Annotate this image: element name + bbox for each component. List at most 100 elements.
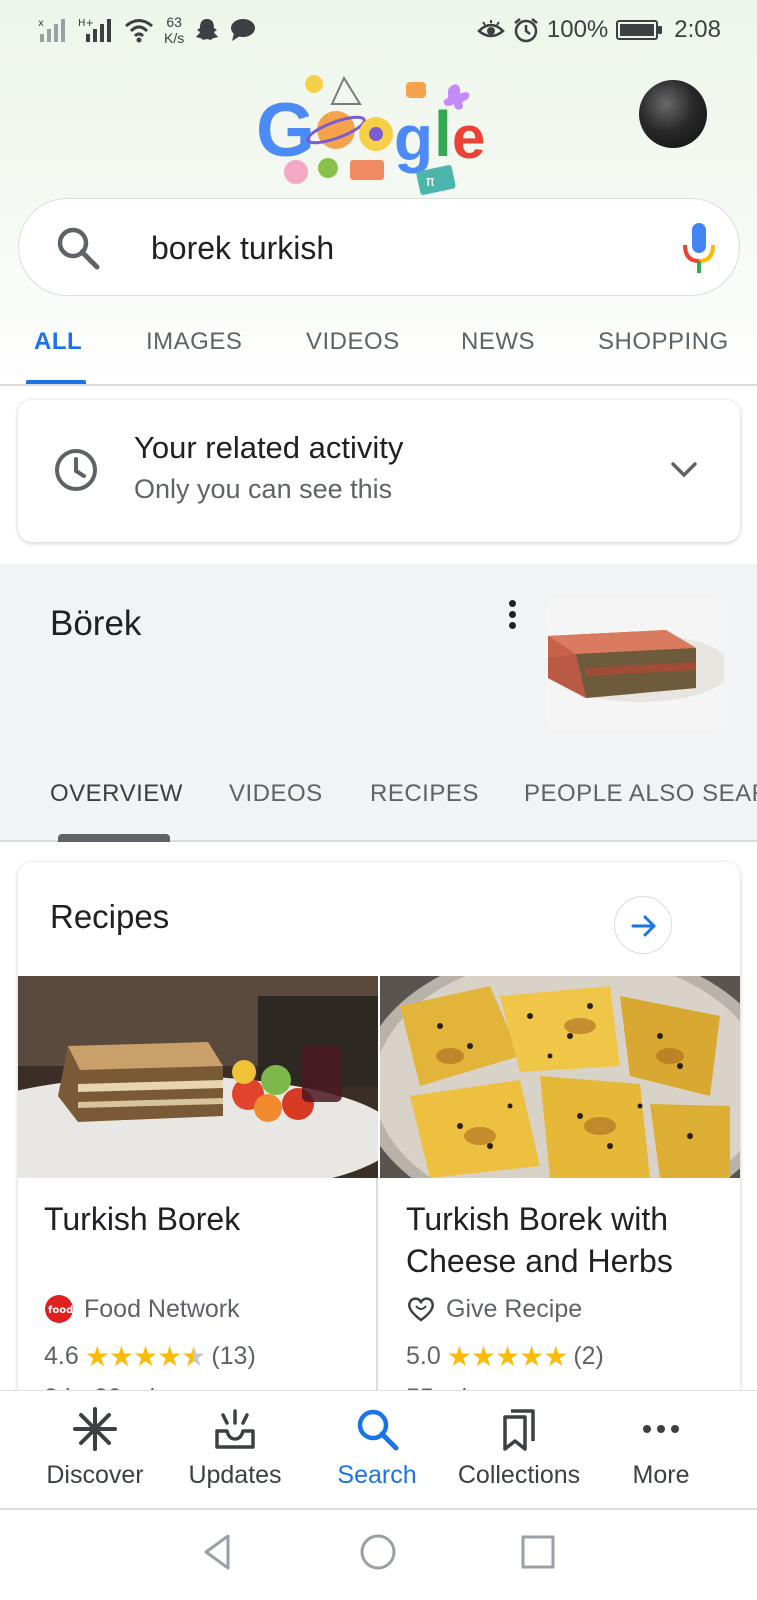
recipe-card[interactable]: Turkish Borek food Food Network 4.6 ★★★★… bbox=[18, 976, 378, 1422]
inbox-updates-icon bbox=[215, 1409, 255, 1449]
related-activity-card[interactable]: Your related activity Only you can see t… bbox=[18, 400, 740, 542]
history-clock-icon bbox=[55, 449, 97, 491]
knowledge-panel-header: Börek OVERVIEW VIDEOS RECIPES PEOPLE ALS… bbox=[0, 564, 757, 842]
svg-text:e: e bbox=[452, 104, 485, 171]
recipe-source-name: Food Network bbox=[84, 1294, 240, 1323]
alarm-icon bbox=[514, 18, 538, 43]
microphone-icon[interactable] bbox=[681, 221, 717, 275]
tab-images[interactable]: IMAGES bbox=[146, 328, 242, 356]
recipe-rating: 5.0 ★★★★★ (2) bbox=[406, 1340, 604, 1373]
star-icon: ★ bbox=[543, 1341, 568, 1372]
signal-off-icon: x bbox=[38, 18, 65, 42]
search-header: x H+ 63 K/s 100% 2:08 G g l e π borek tu… bbox=[0, 0, 757, 390]
google-doodle-logo[interactable]: G g l e π bbox=[256, 64, 496, 198]
related-activity-title: Your related activity bbox=[134, 430, 404, 465]
recipe-image bbox=[18, 976, 378, 1178]
system-navigation-bar bbox=[0, 1510, 757, 1600]
network-speed-value: 63 bbox=[166, 14, 182, 30]
search-input[interactable]: borek turkish bbox=[151, 223, 334, 273]
entity-image[interactable] bbox=[546, 598, 724, 730]
battery-percent: 100% bbox=[546, 16, 609, 43]
recipe-image bbox=[380, 976, 740, 1178]
nav-discover-label: Discover bbox=[46, 1461, 144, 1489]
search-icon bbox=[357, 1409, 399, 1451]
chat-bubble-icon bbox=[231, 19, 256, 41]
recipe-name: Turkish Borek with Cheese and Herbs bbox=[406, 1201, 673, 1279]
star-icon: ★ bbox=[157, 1341, 182, 1372]
kp-active-tab-indicator bbox=[58, 834, 170, 842]
rating-stars: ★★★★★ bbox=[84, 1340, 207, 1373]
recipe-source-name: Give Recipe bbox=[446, 1294, 583, 1323]
recipe-card[interactable]: Turkish Borek with Cheese and Herbs Give… bbox=[380, 976, 740, 1422]
food-network-logo-icon: food bbox=[45, 1295, 73, 1323]
star-icon: ★ bbox=[494, 1341, 520, 1372]
clock-time: 2:08 bbox=[674, 16, 721, 43]
star-icon: ★ bbox=[108, 1341, 134, 1372]
star-icon: ★ bbox=[132, 1341, 158, 1372]
tab-all[interactable]: ALL bbox=[34, 328, 82, 356]
active-tab-indicator bbox=[26, 380, 86, 384]
wifi-icon bbox=[125, 19, 153, 43]
recipes-title: Recipes bbox=[50, 898, 170, 935]
kp-tab-people-also-search[interactable]: PEOPLE ALSO SEAR bbox=[524, 780, 757, 808]
star-icon: ★ bbox=[470, 1341, 496, 1372]
asterisk-icon bbox=[73, 1407, 117, 1451]
star-icon: ★ bbox=[84, 1341, 110, 1372]
more-vertical-icon[interactable] bbox=[504, 600, 520, 636]
nav-collections[interactable]: Collections bbox=[444, 1405, 594, 1490]
rating-value: 4.6 bbox=[44, 1342, 79, 1370]
recipe-source: Give Recipe bbox=[406, 1294, 582, 1324]
recents-square-icon[interactable] bbox=[518, 1532, 558, 1572]
svg-text:π: π bbox=[426, 174, 435, 190]
account-avatar[interactable] bbox=[639, 80, 707, 148]
kp-tab-overview[interactable]: OVERVIEW bbox=[50, 780, 183, 808]
recipe-rating: 4.6 ★★★★★ (13) bbox=[44, 1340, 256, 1373]
svg-text:food: food bbox=[48, 1305, 73, 1316]
arrow-right-icon bbox=[631, 915, 656, 937]
recipes-more-button[interactable] bbox=[614, 896, 672, 954]
snapchat-icon bbox=[196, 19, 219, 40]
related-activity-subtitle: Only you can see this bbox=[134, 474, 393, 504]
bottom-navigation: Discover Updates Search Collections More bbox=[0, 1390, 757, 1510]
nav-discover[interactable]: Discover bbox=[20, 1405, 170, 1490]
network-speed-unit: K/s bbox=[164, 30, 185, 46]
review-count: (13) bbox=[211, 1342, 256, 1370]
tab-news[interactable]: NEWS bbox=[461, 328, 535, 356]
nav-more[interactable]: More bbox=[586, 1405, 736, 1490]
svg-text:x: x bbox=[38, 18, 44, 29]
battery-icon bbox=[616, 20, 663, 40]
nav-collections-label: Collections bbox=[457, 1461, 581, 1489]
give-recipe-heart-icon bbox=[408, 1297, 434, 1322]
status-bar: x H+ 63 K/s 100% 2:08 bbox=[0, 0, 757, 64]
recipes-card: Recipes Turkish Borek food Food Network … bbox=[18, 862, 740, 1422]
nav-search-label: Search bbox=[337, 1461, 417, 1489]
svg-text:G: G bbox=[256, 88, 315, 173]
rating-stars: ★★★★★ bbox=[447, 1340, 569, 1373]
tab-videos[interactable]: VIDEOS bbox=[306, 328, 400, 356]
signal-icon: H+ bbox=[78, 18, 111, 42]
nav-search[interactable]: Search bbox=[302, 1405, 452, 1490]
bookmarks-icon bbox=[503, 1409, 535, 1451]
star-icon: ★ bbox=[519, 1341, 544, 1372]
svg-text:g: g bbox=[394, 102, 433, 174]
tab-shopping[interactable]: SHOPPING bbox=[598, 328, 729, 356]
search-icon[interactable] bbox=[55, 225, 101, 271]
back-triangle-icon[interactable] bbox=[198, 1532, 238, 1572]
recipe-name: Turkish Borek bbox=[44, 1201, 241, 1237]
rating-value: 5.0 bbox=[406, 1342, 441, 1370]
chevron-down-icon[interactable] bbox=[666, 452, 702, 488]
home-circle-icon[interactable] bbox=[358, 1532, 398, 1572]
review-count: (2) bbox=[573, 1342, 604, 1370]
kp-tab-recipes[interactable]: RECIPES bbox=[370, 780, 479, 808]
svg-text:l: l bbox=[434, 98, 452, 170]
kp-tab-videos[interactable]: VIDEOS bbox=[229, 780, 323, 808]
nav-updates-label: Updates bbox=[188, 1461, 282, 1489]
star-icon: ★ bbox=[181, 1341, 206, 1372]
search-bar[interactable]: borek turkish bbox=[18, 198, 740, 296]
recipe-source: food Food Network bbox=[44, 1294, 240, 1324]
search-tabs: ALL IMAGES VIDEOS NEWS SHOPPING bbox=[0, 310, 757, 386]
svg-text:H+: H+ bbox=[78, 18, 94, 29]
network-speed: 63 K/s bbox=[164, 14, 184, 46]
eye-comfort-icon bbox=[477, 20, 505, 38]
nav-updates[interactable]: Updates bbox=[160, 1405, 310, 1490]
